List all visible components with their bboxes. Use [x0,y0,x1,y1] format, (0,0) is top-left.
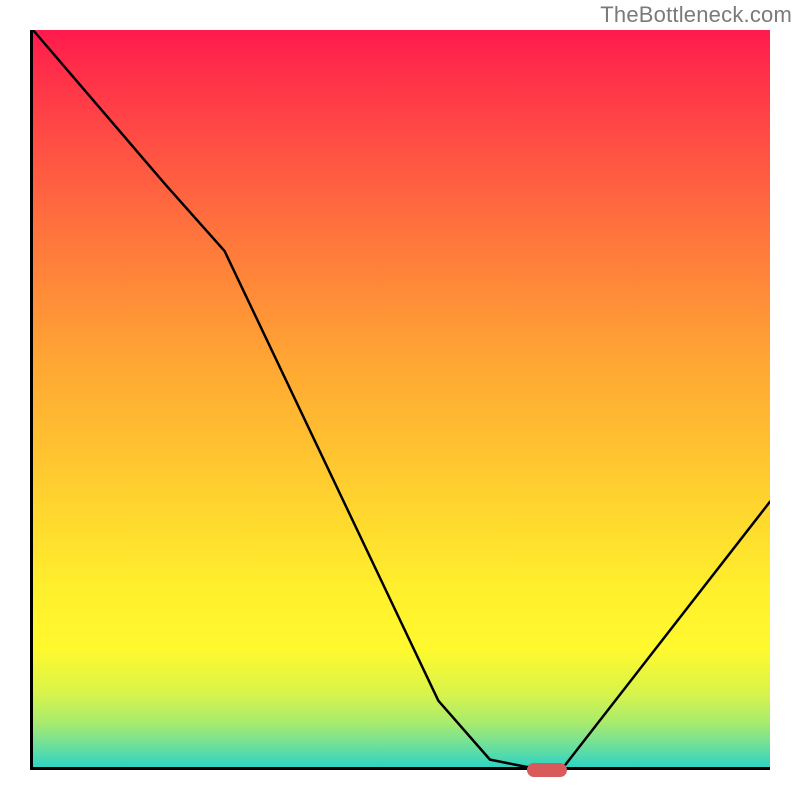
curve-svg [33,30,770,767]
plot-area [30,30,770,770]
optimum-marker [527,763,567,777]
chart-container: TheBottleneck.com [0,0,800,800]
bottleneck-curve [33,30,770,767]
watermark: TheBottleneck.com [600,2,792,28]
